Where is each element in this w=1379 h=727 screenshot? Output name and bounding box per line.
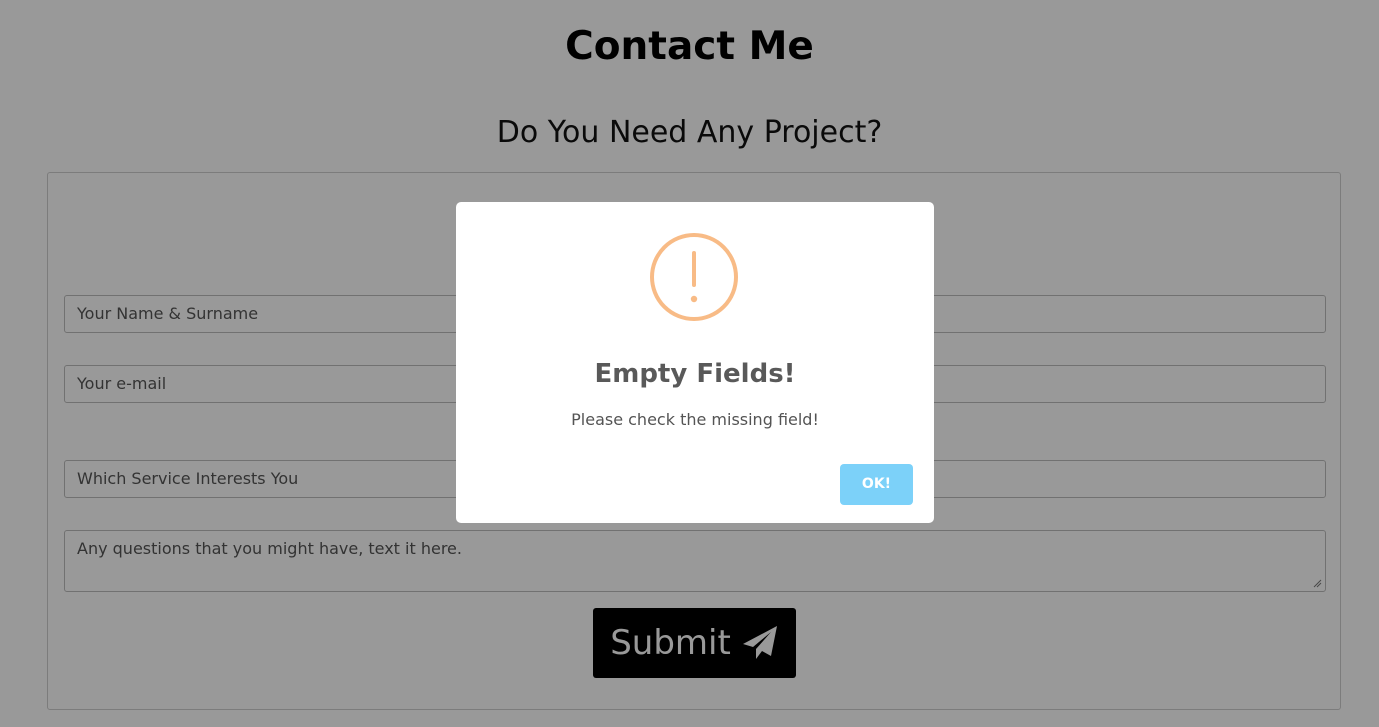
alert-dialog: Empty Fields! Please check the missing f…	[456, 202, 934, 523]
alert-title: Empty Fields!	[594, 359, 796, 389]
warning-icon	[650, 233, 738, 321]
ok-button[interactable]: OK!	[840, 464, 913, 505]
alert-text: Please check the missing field!	[571, 410, 819, 429]
